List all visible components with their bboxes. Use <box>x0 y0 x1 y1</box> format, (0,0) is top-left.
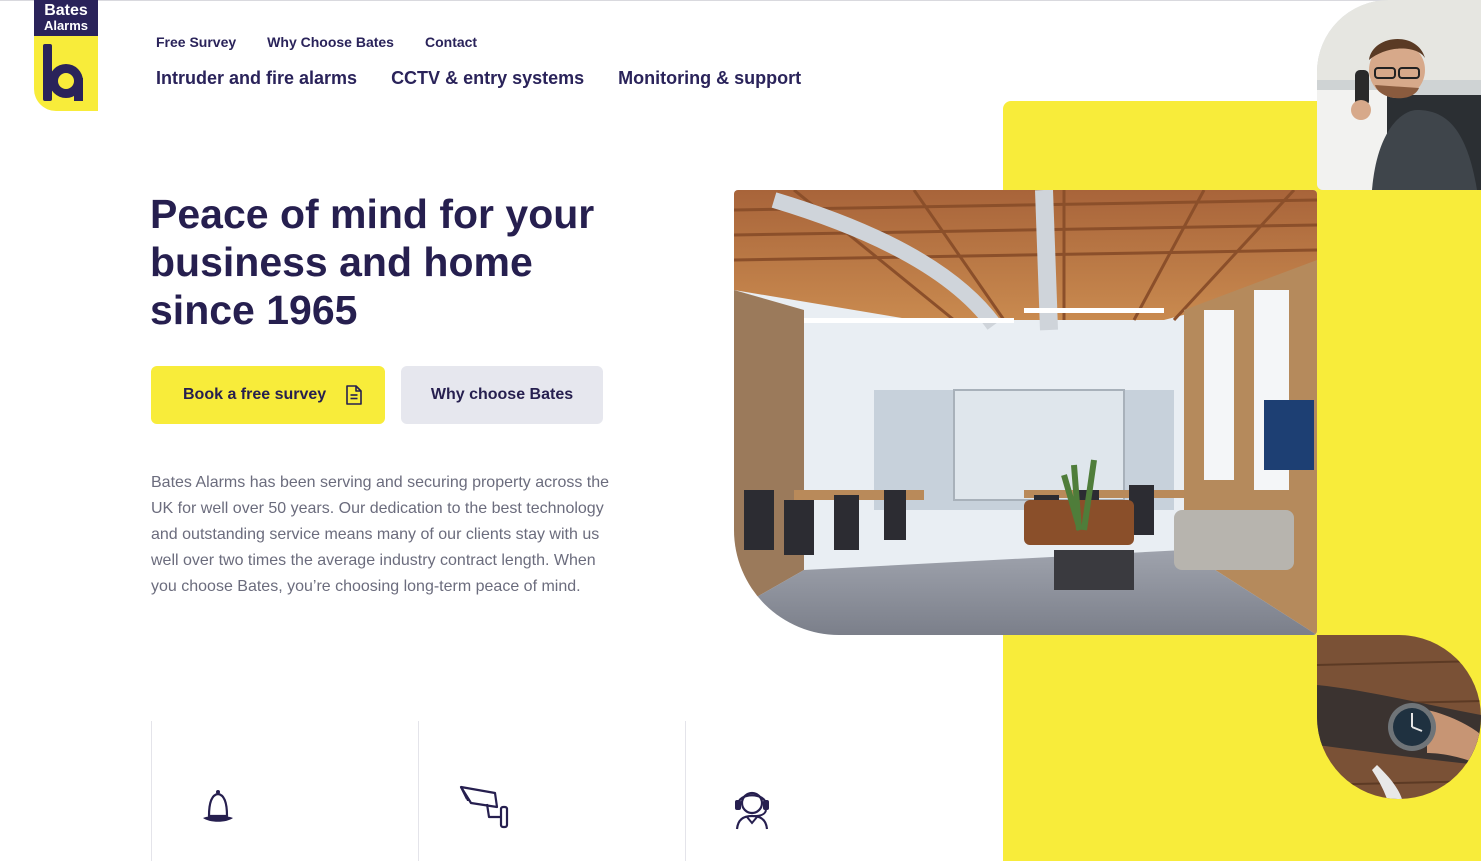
nav-link-cctv-entry-systems[interactable]: CCTV & entry systems <box>391 68 584 89</box>
why-choose-bates-button[interactable]: Why choose Bates <box>401 366 603 424</box>
secondary-nav: Free Survey Why Choose Bates Contact <box>156 34 508 50</box>
bell-icon <box>203 790 233 822</box>
support-agent-photo-illustration <box>1317 0 1481 190</box>
brand-logo[interactable]: Bates Alarms <box>34 0 98 111</box>
wristwatch-photo <box>1317 635 1481 799</box>
nav-link-intruder-fire-alarms[interactable]: Intruder and fire alarms <box>156 68 357 89</box>
nav-link-contact[interactable]: Contact <box>425 34 477 50</box>
book-free-survey-button[interactable]: Book a free survey <box>151 366 385 424</box>
document-icon <box>346 385 362 405</box>
top-divider <box>0 0 1481 1</box>
logo-word-alarms: Alarms <box>43 18 89 33</box>
book-free-survey-label: Book a free survey <box>183 386 327 403</box>
cctv-camera-icon <box>459 785 509 829</box>
feature-card-monitoring[interactable] <box>685 721 986 861</box>
logo-wordmark-panel: Bates Alarms <box>34 0 98 36</box>
feature-card-cctv[interactable] <box>418 721 685 861</box>
office-photo <box>734 190 1317 635</box>
support-agent-photo <box>1317 0 1481 190</box>
hero-title: Peace of mind for your business and home… <box>150 191 595 333</box>
why-choose-bates-label: Why choose Bates <box>430 386 574 403</box>
nav-link-monitoring-support[interactable]: Monitoring & support <box>618 68 801 89</box>
nav-link-free-survey[interactable]: Free Survey <box>156 34 236 50</box>
logo-b-mark-icon <box>43 44 83 101</box>
hero-intro-paragraph: Bates Alarms has been serving and securi… <box>151 474 610 595</box>
feature-card-alarms[interactable] <box>151 721 418 861</box>
office-photo-illustration <box>734 190 1317 635</box>
primary-nav: Intruder and fire alarms CCTV & entry sy… <box>156 68 835 89</box>
nav-link-why-choose-bates[interactable]: Why Choose Bates <box>267 34 394 50</box>
headset-support-icon <box>735 791 769 830</box>
logo-mark-panel <box>34 36 98 111</box>
wristwatch-photo-illustration <box>1317 635 1481 799</box>
logo-word-bates: Bates <box>44 2 88 19</box>
